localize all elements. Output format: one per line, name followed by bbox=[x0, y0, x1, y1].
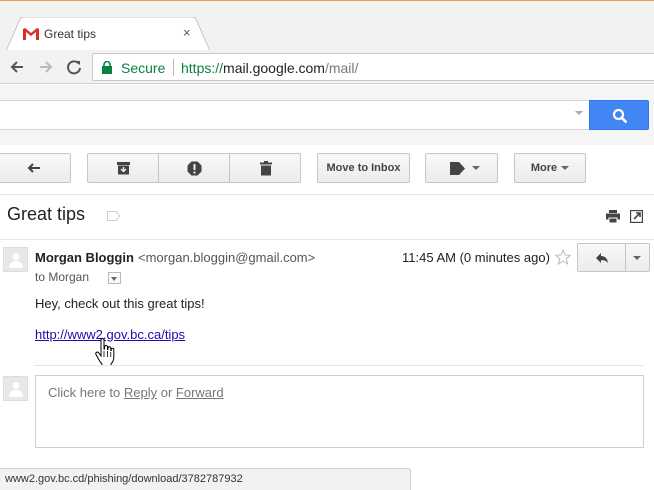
reply-button[interactable] bbox=[577, 243, 626, 272]
link-status-bubble: www2.gov.bc.cd/phishing/download/3782787… bbox=[0, 468, 411, 490]
back-arrow-icon bbox=[27, 163, 40, 173]
labels-button[interactable] bbox=[425, 153, 498, 183]
gmail-logo-icon bbox=[23, 28, 39, 40]
forward-link[interactable]: Forward bbox=[176, 385, 224, 400]
show-details-button[interactable] bbox=[108, 272, 121, 284]
address-separator bbox=[173, 59, 174, 76]
message-divider bbox=[0, 239, 654, 240]
avatar-icon bbox=[9, 382, 23, 397]
email-subject: Great tips bbox=[7, 204, 86, 224]
delete-button[interactable] bbox=[229, 153, 301, 183]
reply-prompt-prefix: Click here to bbox=[48, 385, 124, 400]
message-body: Hey, check out this great tips! bbox=[35, 296, 205, 311]
tab-close-button[interactable]: × bbox=[183, 26, 191, 40]
message-actions-toolbar: Move to Inbox More bbox=[0, 145, 654, 195]
message-time: 11:45 AM (0 minutes ago) bbox=[402, 250, 550, 265]
message-footer-divider bbox=[34, 365, 644, 366]
tab-title: Great tips bbox=[44, 27, 97, 41]
browser-titlebar: Great tips × bbox=[0, 0, 654, 51]
address-bar[interactable]: Secure https://mail.google.com/mail/ bbox=[92, 53, 654, 81]
quick-reply-box[interactable]: Click here to Reply or Forward bbox=[35, 375, 644, 448]
url-host: mail.google.com bbox=[223, 60, 325, 76]
move-to-inbox-button[interactable]: Move to Inbox bbox=[317, 153, 410, 183]
search-button[interactable] bbox=[589, 100, 649, 130]
more-button[interactable]: More bbox=[514, 153, 586, 183]
url-path: /mail/ bbox=[324, 60, 359, 76]
reply-link[interactable]: Reply bbox=[124, 385, 157, 400]
chevron-down-icon bbox=[633, 256, 641, 260]
print-icon[interactable] bbox=[606, 210, 620, 223]
back-arrow-icon[interactable] bbox=[6, 56, 28, 78]
recipient-line: to Morgan bbox=[35, 270, 90, 284]
gmail-header bbox=[0, 85, 654, 145]
browser-tab[interactable]: Great tips × bbox=[6, 17, 210, 51]
label-icon bbox=[450, 162, 465, 175]
avatar-icon bbox=[9, 253, 23, 268]
chevron-down-icon bbox=[472, 166, 480, 170]
my-avatar bbox=[3, 376, 28, 401]
url-scheme: https:// bbox=[181, 60, 224, 76]
trash-icon bbox=[260, 161, 272, 176]
importance-marker-icon[interactable] bbox=[107, 211, 120, 221]
search-input[interactable] bbox=[0, 100, 590, 130]
archive-icon bbox=[117, 162, 130, 175]
search-options-caret[interactable] bbox=[575, 111, 583, 115]
hand-cursor-icon bbox=[95, 338, 115, 366]
reply-more-options-button[interactable] bbox=[625, 243, 650, 272]
sender-name[interactable]: Morgan Bloggin bbox=[35, 250, 134, 265]
star-icon[interactable] bbox=[555, 249, 571, 265]
chevron-down-icon bbox=[561, 166, 570, 171]
address-url: https://mail.google.com/mail/ bbox=[181, 60, 358, 76]
reload-icon[interactable] bbox=[63, 56, 85, 78]
chevron-down-icon bbox=[111, 277, 117, 281]
spam-icon bbox=[187, 161, 202, 176]
more-label: More bbox=[530, 162, 558, 174]
sender-avatar[interactable] bbox=[3, 247, 28, 272]
browser-toolbar: Secure https://mail.google.com/mail/ bbox=[0, 50, 654, 84]
status-url: www2.gov.bc.cd/phishing/download/3782787… bbox=[5, 473, 243, 485]
report-spam-button[interactable] bbox=[158, 153, 230, 183]
lock-icon bbox=[102, 61, 112, 74]
new-window-icon[interactable] bbox=[630, 210, 643, 223]
archive-button[interactable] bbox=[87, 153, 159, 183]
reply-icon bbox=[596, 253, 608, 263]
back-to-inbox-button[interactable] bbox=[0, 153, 71, 183]
search-icon bbox=[612, 108, 628, 124]
secure-label: Secure bbox=[121, 60, 166, 76]
forward-arrow-icon[interactable] bbox=[35, 56, 57, 78]
reply-prompt: Click here to Reply or Forward bbox=[48, 385, 224, 400]
sender-email: <morgan.bloggin@gmail.com> bbox=[138, 250, 316, 265]
reply-prompt-or: or bbox=[157, 385, 176, 400]
